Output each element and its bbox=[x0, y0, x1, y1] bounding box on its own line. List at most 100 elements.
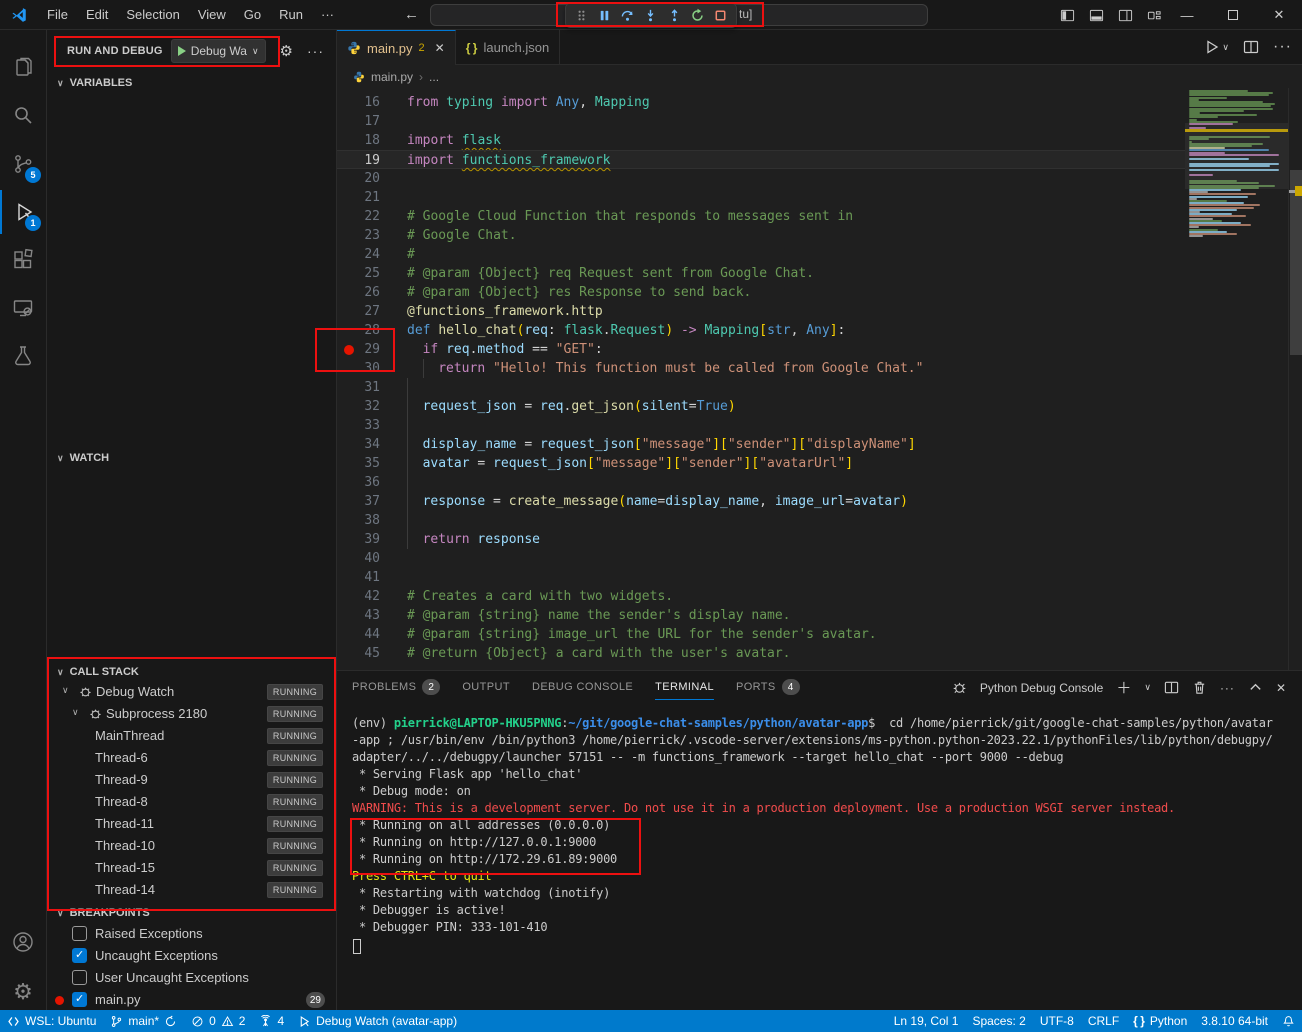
code-line-23[interactable]: 23# Google Chat. bbox=[337, 226, 1185, 245]
code-line-24[interactable]: 24# bbox=[337, 245, 1185, 264]
indentation-item[interactable]: Spaces: 2 bbox=[965, 1010, 1032, 1032]
panel-more-icon[interactable]: ··· bbox=[1220, 681, 1235, 695]
menu-edit[interactable]: Edit bbox=[77, 0, 117, 30]
call-stack-row[interactable]: MainThreadRUNNING bbox=[47, 725, 337, 747]
launch-config-dropdown[interactable]: Debug Wa ∨ bbox=[171, 39, 266, 63]
testing-icon[interactable] bbox=[0, 334, 46, 378]
code-line-16[interactable]: 16from typing import Any, Mapping bbox=[337, 93, 1185, 112]
call-stack-row[interactable]: Thread-8RUNNING bbox=[47, 791, 337, 813]
call-stack-section-header[interactable]: ∨ CALL STACK bbox=[47, 662, 337, 682]
code-line-17[interactable]: 17 bbox=[337, 112, 1185, 131]
customize-layout-icon[interactable] bbox=[1147, 8, 1162, 23]
code-line-22[interactable]: 22# Google Cloud Function that responds … bbox=[337, 207, 1185, 226]
terminal-name-label[interactable]: Python Debug Console bbox=[980, 681, 1103, 695]
code-line-19[interactable]: 19import functions_framework bbox=[337, 150, 1185, 169]
menu-moremoremore[interactable]: ··· bbox=[312, 0, 343, 30]
menu-selection[interactable]: Selection bbox=[117, 0, 188, 30]
breakpoint-checkbox[interactable] bbox=[72, 948, 87, 963]
watch-section-header[interactable]: ∨ WATCH bbox=[47, 448, 337, 468]
code-line-45[interactable]: 45# @return {Object} a card with the use… bbox=[337, 644, 1185, 663]
tab-main-py[interactable]: main.py 2 ✕ bbox=[337, 30, 456, 65]
editor-more-icon[interactable]: ··· bbox=[1273, 38, 1292, 56]
breakpoint-row[interactable]: User Uncaught Exceptions bbox=[47, 967, 337, 989]
run-and-debug-icon[interactable]: 1 bbox=[0, 190, 46, 234]
scrollbar-thumb[interactable] bbox=[1290, 170, 1302, 355]
sidebar-more-icon[interactable]: ··· bbox=[307, 43, 324, 59]
code-line-28[interactable]: 28def hello_chat(req: flask.Request) -> … bbox=[337, 321, 1185, 340]
python-interpreter-item[interactable]: 3.8.10 64-bit bbox=[1194, 1010, 1275, 1032]
minimize-button[interactable]: — bbox=[1164, 0, 1210, 30]
maximize-panel-icon[interactable] bbox=[1248, 680, 1263, 695]
code-line-20[interactable]: 20 bbox=[337, 169, 1185, 188]
panel-tab-debug-console[interactable]: DEBUG CONSOLE bbox=[532, 681, 633, 699]
accounts-icon[interactable] bbox=[0, 920, 46, 964]
minimap[interactable] bbox=[1185, 88, 1288, 670]
code-line-39[interactable]: 39return response bbox=[337, 530, 1185, 549]
code-line-21[interactable]: 21 bbox=[337, 188, 1185, 207]
encoding-item[interactable]: UTF-8 bbox=[1033, 1010, 1081, 1032]
breadcrumb-more[interactable]: ... bbox=[429, 70, 439, 84]
code-line-32[interactable]: 32request_json = req.get_json(silent=Tru… bbox=[337, 397, 1185, 416]
chevron-down-icon[interactable]: ∨ bbox=[1222, 42, 1229, 53]
git-branch-item[interactable]: main* bbox=[103, 1010, 184, 1032]
terminal-dropdown-icon[interactable]: ∨ bbox=[1144, 682, 1151, 693]
breadcrumb-file[interactable]: main.py bbox=[371, 70, 413, 84]
panel-tab-output[interactable]: OUTPUT bbox=[462, 681, 510, 699]
call-stack-row[interactable]: Thread-11RUNNING bbox=[47, 813, 337, 835]
code-line-18[interactable]: 18import flask bbox=[337, 131, 1185, 150]
menu-run[interactable]: Run bbox=[270, 0, 312, 30]
stop-icon[interactable] bbox=[713, 8, 728, 23]
code-line-29[interactable]: 29if req.method == "GET": bbox=[337, 340, 1185, 359]
code-line-36[interactable]: 36 bbox=[337, 473, 1185, 492]
menu-go[interactable]: Go bbox=[235, 0, 270, 30]
step-out-icon[interactable] bbox=[667, 8, 682, 23]
code-line-31[interactable]: 31 bbox=[337, 378, 1185, 397]
drag-handle-icon[interactable] bbox=[574, 8, 589, 23]
breakpoint-row[interactable]: Uncaught Exceptions bbox=[47, 945, 337, 967]
code-line-43[interactable]: 43# @param {string} name the sender's di… bbox=[337, 606, 1185, 625]
new-terminal-icon[interactable]: ＋ bbox=[1116, 677, 1131, 698]
debug-status-item[interactable]: Debug Watch (avatar-app) bbox=[291, 1010, 464, 1032]
call-stack-row[interactable]: Thread-9RUNNING bbox=[47, 769, 337, 791]
code-line-44[interactable]: 44# @param {string} image_url the URL fo… bbox=[337, 625, 1185, 644]
panel-tab-problems[interactable]: PROBLEMS2 bbox=[352, 679, 440, 701]
breadcrumb[interactable]: main.py › ... bbox=[337, 65, 1185, 88]
start-debug-icon[interactable] bbox=[178, 46, 186, 56]
maximize-button[interactable] bbox=[1210, 0, 1256, 30]
menu-view[interactable]: View bbox=[189, 0, 235, 30]
code-editor[interactable]: 16from typing import Any, Mapping1718imp… bbox=[337, 88, 1185, 670]
breakpoint-row[interactable]: Raised Exceptions bbox=[47, 923, 337, 945]
remote-indicator[interactable]: WSL: Ubuntu bbox=[0, 1010, 103, 1032]
panel-tab-terminal[interactable]: TERMINAL bbox=[655, 681, 714, 700]
settings-gear-icon[interactable]: ⚙ bbox=[0, 970, 46, 1014]
panel-tab-ports[interactable]: PORTS4 bbox=[736, 679, 800, 701]
toggle-sidebar-icon[interactable] bbox=[1060, 8, 1075, 23]
notifications-item[interactable] bbox=[1275, 1010, 1302, 1032]
run-python-file-button[interactable]: ∨ bbox=[1204, 39, 1229, 55]
split-terminal-icon[interactable] bbox=[1164, 680, 1179, 695]
language-mode-item[interactable]: { } Python bbox=[1126, 1010, 1194, 1032]
code-line-38[interactable]: 38 bbox=[337, 511, 1185, 530]
breakpoints-section-header[interactable]: ∨ BREAKPOINTS bbox=[47, 903, 337, 923]
code-line-30[interactable]: 30return "Hello! This function must be c… bbox=[337, 359, 1185, 378]
eol-item[interactable]: CRLF bbox=[1081, 1010, 1126, 1032]
terminal-output[interactable]: (env) pierrick@LAPTOP-HKU5PNNG:~/git/goo… bbox=[352, 715, 1292, 1005]
close-panel-icon[interactable]: ✕ bbox=[1276, 681, 1286, 695]
remote-explorer-icon[interactable] bbox=[0, 286, 46, 330]
explorer-icon[interactable] bbox=[0, 46, 46, 90]
menu-file[interactable]: File bbox=[38, 0, 77, 30]
call-stack-row[interactable]: Thread-14RUNNING bbox=[47, 879, 337, 901]
pause-icon[interactable] bbox=[597, 8, 612, 23]
close-button[interactable]: ✕ bbox=[1256, 0, 1302, 30]
toggle-panel-icon[interactable] bbox=[1089, 8, 1104, 23]
ports-item[interactable]: 4 bbox=[252, 1010, 291, 1032]
call-stack-row[interactable]: ∨Subprocess 2180RUNNING bbox=[47, 703, 337, 725]
nav-back-icon[interactable]: ← bbox=[395, 6, 428, 23]
breakpoint-checkbox[interactable] bbox=[72, 926, 87, 941]
code-line-34[interactable]: 34display_name = request_json["message"]… bbox=[337, 435, 1185, 454]
tab-close-icon[interactable]: ✕ bbox=[435, 41, 445, 55]
code-line-35[interactable]: 35avatar = request_json["message"]["send… bbox=[337, 454, 1185, 473]
split-editor-icon[interactable] bbox=[1243, 39, 1259, 55]
call-stack-row[interactable]: Thread-6RUNNING bbox=[47, 747, 337, 769]
breakpoint-row[interactable]: main.py29 bbox=[47, 989, 337, 1010]
